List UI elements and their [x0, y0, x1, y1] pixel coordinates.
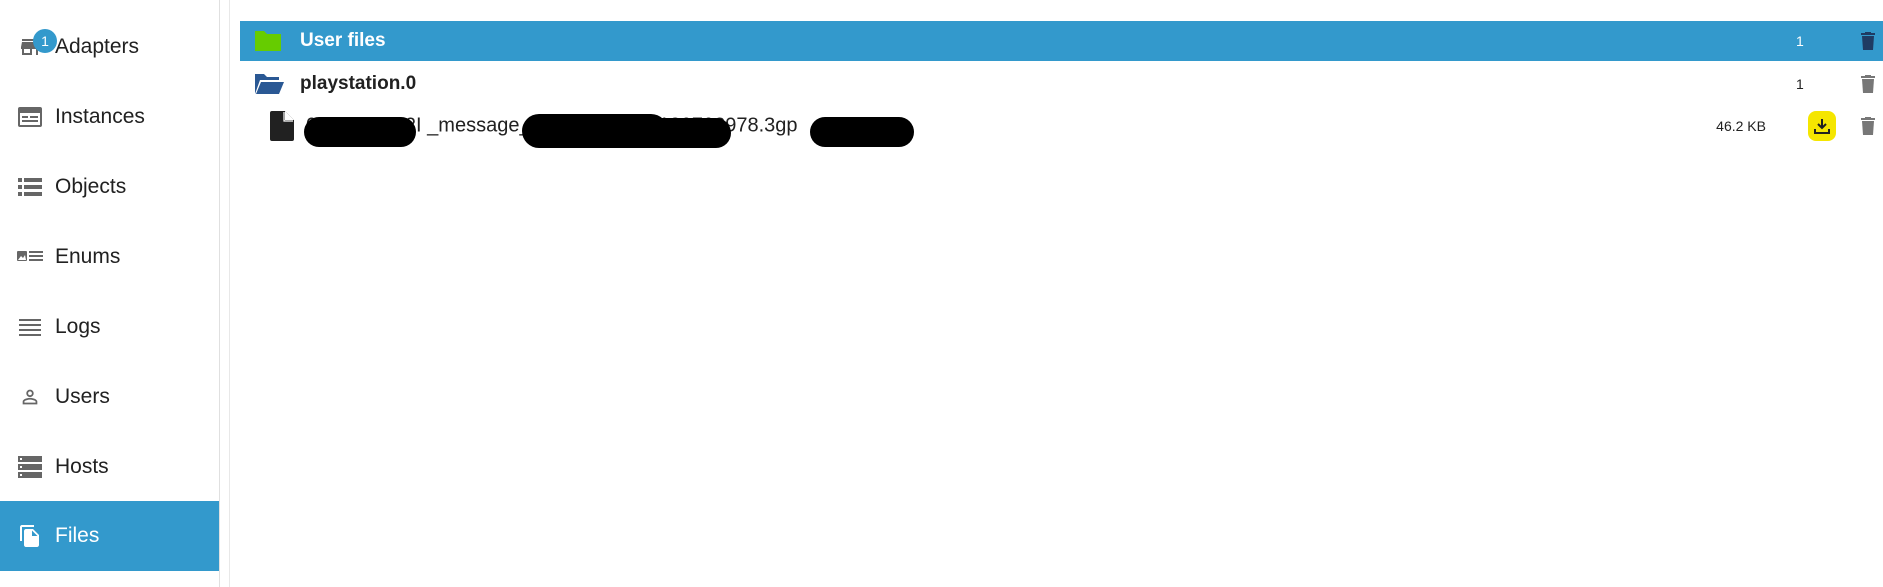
- file-row[interactable]: 0F264CBD2I _message_3 18575_155518070397…: [240, 106, 1883, 148]
- download-icon: [1814, 119, 1830, 134]
- sidebar-item-files[interactable]: Files: [0, 501, 219, 571]
- folder-open-icon: [253, 72, 285, 96]
- logs-icon: [17, 314, 43, 340]
- file-icon: [270, 111, 294, 141]
- delete-icon[interactable]: [1857, 72, 1879, 96]
- sidebar-item-label: Instances: [55, 105, 145, 128]
- sidebar-item-label: Enums: [55, 245, 121, 268]
- folder-name: playstation.0: [300, 73, 417, 94]
- sidebar-item-logs[interactable]: Logs: [0, 292, 219, 362]
- delete-icon[interactable]: [1857, 29, 1879, 53]
- user-files-count: 1: [1796, 33, 1804, 49]
- enums-icon: [17, 244, 43, 270]
- list-icon: [17, 174, 43, 200]
- sidebar-item-label: Users: [55, 385, 110, 408]
- delete-icon[interactable]: [1857, 114, 1879, 138]
- user-files-row[interactable]: User files 1: [240, 21, 1883, 61]
- user-icon: [17, 384, 43, 410]
- app-window: 1 Adapters Instances Objects Enums Logs …: [0, 0, 1883, 587]
- folder-row[interactable]: playstation.0 1: [240, 64, 1883, 104]
- sidebar-divider: [219, 0, 220, 587]
- sidebar-item-instances[interactable]: Instances: [0, 82, 219, 152]
- sidebar-item-enums[interactable]: Enums: [0, 222, 219, 292]
- folder-icon: [253, 29, 283, 53]
- sidebar-item-label: Hosts: [55, 455, 109, 478]
- sidebar-item-label: Adapters: [55, 35, 140, 58]
- hosts-icon: [17, 454, 43, 480]
- sidebar-item-objects[interactable]: Objects: [0, 152, 219, 222]
- redaction-mark: [810, 117, 914, 147]
- redaction-mark: [304, 117, 416, 147]
- instances-icon: [17, 104, 43, 130]
- sidebar-item-hosts[interactable]: Hosts: [0, 432, 219, 502]
- files-icon: [17, 523, 43, 549]
- content-divider: [229, 0, 230, 587]
- sidebar-item-label: Objects: [55, 175, 127, 198]
- sidebar-item-label: Logs: [55, 315, 101, 338]
- redaction-mark: [623, 118, 731, 148]
- sidebar: 1 Adapters Instances Objects Enums Logs …: [0, 0, 219, 587]
- sidebar-item-users[interactable]: Users: [0, 362, 219, 432]
- adapters-badge: 1: [33, 29, 57, 53]
- sidebar-item-label: Files: [55, 524, 100, 547]
- user-files-label: User files: [300, 30, 386, 51]
- file-size: 46.2 KB: [1716, 118, 1766, 134]
- download-button[interactable]: [1808, 111, 1836, 141]
- sidebar-item-adapters[interactable]: 1 Adapters: [0, 12, 219, 82]
- folder-count: 1: [1796, 76, 1804, 92]
